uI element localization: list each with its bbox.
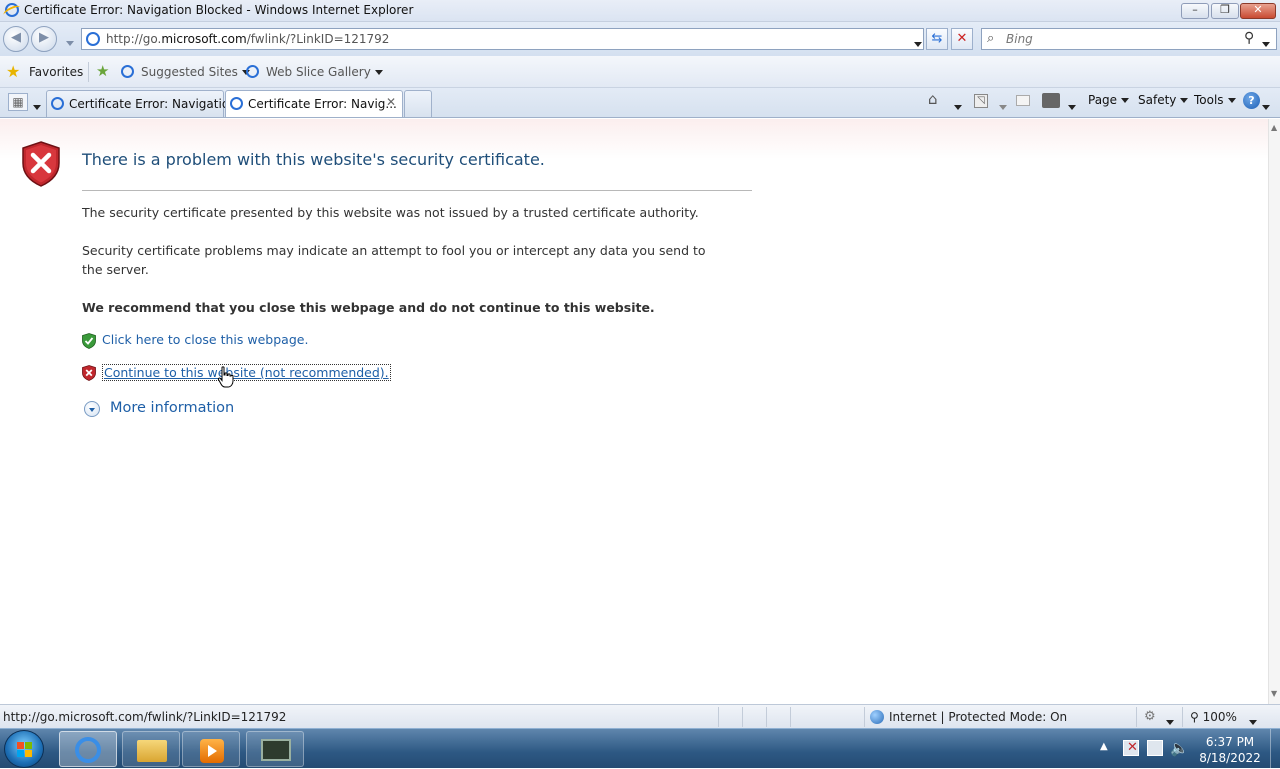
tab-certificate-error-2[interactable]: Certificate Error: Navig... ✕	[225, 90, 403, 117]
monitor-icon	[261, 739, 291, 761]
windows-logo-icon	[17, 742, 32, 757]
address-url[interactable]: http://go.microsoft.com/fwlink/?LinkID=1…	[106, 32, 389, 46]
show-hidden-icons[interactable]: ▲	[1100, 741, 1108, 752]
bing-search-icon: ⌕	[987, 31, 995, 46]
taskbar-internet-explorer[interactable]	[59, 731, 117, 767]
minimize-button[interactable]: –	[1181, 3, 1209, 19]
status-url: http://go.microsoft.com/fwlink/?LinkID=1…	[3, 710, 287, 724]
tab-ie-icon	[51, 97, 64, 110]
certificate-issue-text: The security certificate presented by th…	[82, 205, 699, 220]
more-information-link[interactable]: More information	[110, 400, 234, 416]
taskbar-windows-explorer[interactable]	[122, 731, 180, 767]
suggested-sites-icon	[121, 65, 134, 78]
tab-certificate-error-1[interactable]: Certificate Error: Navigatio...	[46, 90, 240, 117]
close-tab-icon[interactable]: ✕	[386, 95, 396, 109]
restore-button[interactable]: ❐	[1211, 3, 1239, 19]
print-icon[interactable]	[1042, 93, 1060, 108]
tab-ie-icon	[230, 97, 243, 110]
zoom-dropdown[interactable]	[1249, 715, 1257, 729]
new-tab-button[interactable]	[404, 90, 432, 117]
more-information-expand-icon[interactable]	[84, 401, 100, 417]
favorites-bar: ★ Favorites ★ Suggested Sites Web Slice …	[0, 56, 1280, 88]
action-center-icon[interactable]: ✕	[1123, 740, 1139, 756]
close-window-button[interactable]: ✕	[1240, 3, 1276, 19]
recent-pages-dropdown[interactable]	[62, 36, 74, 50]
page-ie-icon	[86, 32, 100, 46]
page-menu[interactable]: Page	[1088, 93, 1130, 107]
taskbar-media-player[interactable]	[182, 731, 240, 767]
web-slice-icon	[246, 65, 259, 78]
status-bar: http://go.microsoft.com/fwlink/?LinkID=1…	[0, 704, 1280, 728]
hand-cursor-icon	[217, 366, 235, 388]
security-zone-text[interactable]: Internet | Protected Mode: On	[889, 710, 1067, 724]
start-button[interactable]	[4, 730, 44, 768]
home-icon[interactable]: ⌂	[928, 90, 938, 108]
volume-icon[interactable]: 🔈	[1170, 739, 1189, 757]
internet-zone-icon	[870, 710, 884, 724]
search-input[interactable]: ⌕ Bing ⚲	[981, 28, 1277, 50]
title-bar: Certificate Error: Navigation Blocked - …	[0, 0, 1280, 22]
heading-divider	[82, 190, 752, 191]
back-button[interactable]: ◀	[3, 26, 29, 52]
clock-date: 8/18/2022	[1199, 751, 1261, 765]
help-dropdown[interactable]	[1262, 100, 1270, 114]
ie-logo-icon	[5, 3, 19, 17]
address-bar[interactable]: http://go.microsoft.com/fwlink/?LinkID=1…	[81, 28, 924, 50]
feeds-dropdown[interactable]	[999, 100, 1007, 114]
feeds-icon[interactable]: ◹	[974, 94, 988, 108]
read-mail-icon[interactable]	[1016, 95, 1030, 106]
quick-tabs-icon[interactable]: ▦	[8, 93, 28, 111]
navigation-bar: ◀ ▶ http://go.microsoft.com/fwlink/?Link…	[0, 22, 1280, 56]
favorites-button[interactable]: Favorites	[29, 65, 83, 79]
folder-icon	[137, 740, 167, 762]
tools-menu[interactable]: Tools	[1194, 93, 1236, 107]
network-icon[interactable]	[1147, 740, 1163, 756]
home-dropdown[interactable]	[954, 100, 962, 114]
add-ons-dropdown[interactable]	[1166, 715, 1174, 729]
suggested-sites-link[interactable]: Suggested Sites	[141, 65, 250, 79]
forward-arrow-icon: ▶	[39, 30, 49, 45]
system-clock[interactable]: 6:37 PM 8/18/2022	[1190, 734, 1270, 766]
search-placeholder: Bing	[1006, 32, 1033, 46]
red-shield-icon	[82, 365, 96, 381]
stop-icon[interactable]: ✕	[951, 28, 973, 50]
media-player-icon	[200, 739, 224, 763]
add-to-favorites-icon[interactable]: ★	[96, 62, 109, 80]
vertical-scrollbar[interactable]: ▲ ▼	[1268, 119, 1280, 704]
page-title: There is a problem with this website's s…	[82, 150, 545, 169]
window-title: Certificate Error: Navigation Blocked - …	[24, 3, 414, 17]
back-arrow-icon: ◀	[11, 30, 21, 45]
security-warning-text: Security certificate problems may indica…	[82, 243, 706, 277]
taskbar-remote-desktop[interactable]	[246, 731, 304, 767]
forward-button[interactable]: ▶	[31, 26, 57, 52]
taskbar: ▲ ✕ 🔈 6:37 PM 8/18/2022	[0, 728, 1280, 769]
clock-time: 6:37 PM	[1205, 735, 1255, 749]
web-slice-gallery-link[interactable]: Web Slice Gallery	[266, 65, 383, 79]
tab-list-dropdown[interactable]	[33, 100, 41, 114]
safety-menu[interactable]: Safety	[1138, 93, 1189, 107]
recommendation-text: We recommend that you close this webpage…	[82, 300, 655, 315]
refresh-icon[interactable]: ⇆	[926, 28, 948, 50]
search-options-dropdown[interactable]	[1262, 37, 1270, 51]
add-ons-icon[interactable]: ⚙	[1144, 709, 1156, 724]
green-shield-icon	[82, 333, 96, 349]
print-dropdown[interactable]	[1068, 100, 1076, 114]
ie-taskbar-icon	[75, 737, 101, 763]
close-webpage-link[interactable]: Click here to close this webpage.	[102, 332, 308, 347]
search-go-icon[interactable]: ⚲	[1244, 30, 1254, 46]
continue-to-website-link[interactable]: Continue to this website (not recommende…	[102, 364, 391, 381]
show-desktop-button[interactable]	[1270, 729, 1280, 769]
help-icon[interactable]: ?	[1243, 92, 1260, 109]
favorites-star-icon: ★	[6, 62, 21, 81]
error-shield-icon	[22, 141, 60, 187]
address-dropdown[interactable]	[910, 37, 922, 51]
tab-row: ▦ Certificate Error: Navigatio... Certif…	[0, 88, 1280, 118]
zoom-level[interactable]: ⚲ 100%	[1190, 710, 1237, 724]
